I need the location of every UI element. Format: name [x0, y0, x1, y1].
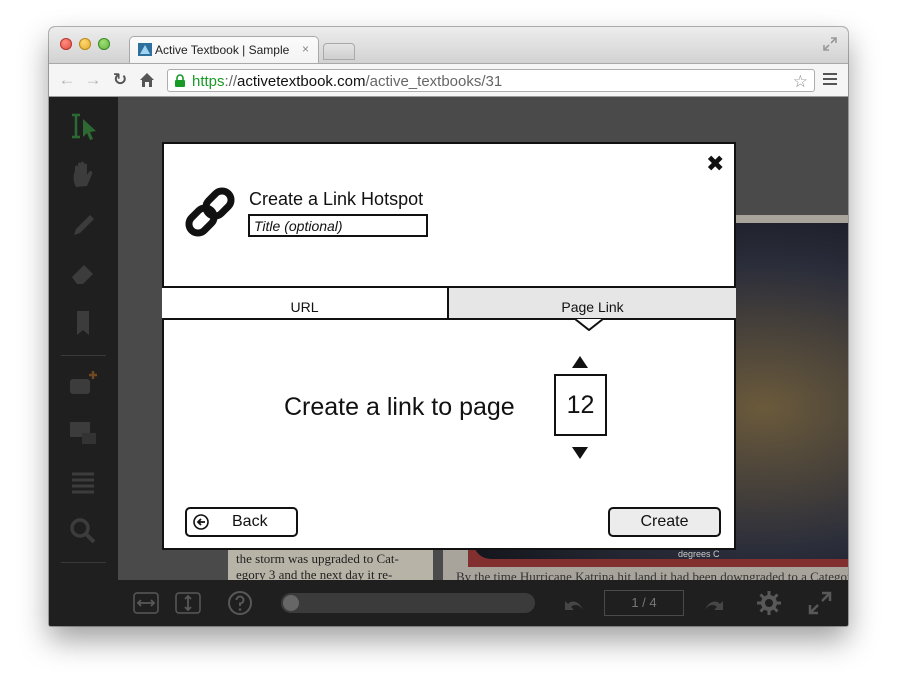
- zoom-window-button[interactable]: [98, 38, 110, 50]
- help-icon[interactable]: [227, 590, 253, 616]
- chain-link-icon: [185, 187, 235, 237]
- fullscreen-icon[interactable]: [822, 36, 838, 52]
- fit-width-icon[interactable]: [133, 590, 159, 616]
- eraser-icon[interactable]: [66, 257, 100, 289]
- select-cursor-icon[interactable]: [66, 111, 100, 143]
- title-bar: Active Textbook | Sample ×: [49, 27, 848, 63]
- settings-gear-icon[interactable]: [756, 590, 782, 616]
- sidebar-divider: [61, 562, 106, 563]
- back-button[interactable]: Back: [185, 507, 298, 537]
- hand-pan-icon[interactable]: [66, 159, 100, 191]
- figure-axis-label: degrees C: [678, 549, 720, 559]
- title-input[interactable]: [248, 214, 428, 237]
- address-bar[interactable]: https://activetextbook.com/active_textbo…: [167, 69, 815, 92]
- new-tab-button[interactable]: [323, 43, 355, 60]
- back-button-label: Back: [232, 513, 268, 530]
- close-dialog-icon[interactable]: ✖: [706, 153, 724, 175]
- sidebar-divider: [61, 355, 106, 356]
- lock-icon: [175, 74, 185, 87]
- fit-height-icon[interactable]: [175, 590, 201, 616]
- create-button[interactable]: Create: [608, 507, 721, 537]
- active-tab-pointer: [575, 319, 603, 331]
- next-page-icon[interactable]: [701, 590, 727, 616]
- link-type-tabs: URL Page Link: [162, 286, 736, 320]
- expand-icon[interactable]: [807, 590, 833, 616]
- link-hotspot-dialog: ✖ Create a Link Hotspot URL Page Link Cr…: [162, 142, 736, 550]
- tab-close-icon[interactable]: ×: [302, 42, 309, 56]
- pencil-icon[interactable]: [66, 209, 100, 241]
- close-window-button[interactable]: [60, 38, 72, 50]
- forward-arrow-icon[interactable]: →: [84, 71, 102, 89]
- minimize-window-button[interactable]: [79, 38, 91, 50]
- site-favicon-icon: [138, 43, 152, 56]
- search-icon[interactable]: [66, 515, 100, 547]
- reader-bottom-bar: 1 / 4: [49, 580, 848, 626]
- add-note-icon[interactable]: [66, 369, 100, 401]
- media-hotspot-icon[interactable]: [66, 417, 100, 449]
- left-page-line: the storm was upgraded to Cat-: [236, 551, 399, 566]
- page-counter[interactable]: 1 / 4: [604, 590, 684, 616]
- reload-icon[interactable]: ↻: [111, 71, 129, 89]
- home-icon[interactable]: [139, 72, 155, 88]
- bookmark-star-icon[interactable]: ☆: [793, 72, 808, 92]
- previous-page-icon[interactable]: [561, 590, 587, 616]
- back-circle-arrow-icon: [193, 514, 209, 530]
- list-icon[interactable]: [66, 467, 100, 499]
- tab-url[interactable]: URL: [162, 288, 449, 318]
- browser-toolbar: ← → ↻ https://activetextbook.com/active_…: [49, 63, 848, 97]
- tab-title: Active Textbook | Sample: [155, 43, 290, 57]
- increment-page-icon[interactable]: [572, 356, 588, 368]
- browser-menu-icon[interactable]: [823, 73, 837, 86]
- tab-page-link[interactable]: Page Link: [449, 288, 736, 318]
- decrement-page-icon[interactable]: [572, 447, 588, 459]
- bookmark-icon[interactable]: [66, 307, 100, 339]
- browser-window: Active Textbook | Sample × ← → ↻ https:/…: [49, 27, 848, 626]
- page-slider-handle[interactable]: [283, 595, 299, 611]
- tool-sidebar: [49, 97, 118, 626]
- url-text: https://activetextbook.com/active_textbo…: [192, 73, 503, 90]
- dialog-title: Create a Link Hotspot: [249, 189, 424, 209]
- browser-tab[interactable]: Active Textbook | Sample ×: [129, 36, 319, 63]
- link-to-page-label: Create a link to page: [284, 393, 515, 421]
- page-number-field[interactable]: 12: [554, 374, 607, 436]
- back-arrow-icon[interactable]: ←: [58, 71, 76, 89]
- page-slider[interactable]: [281, 593, 535, 613]
